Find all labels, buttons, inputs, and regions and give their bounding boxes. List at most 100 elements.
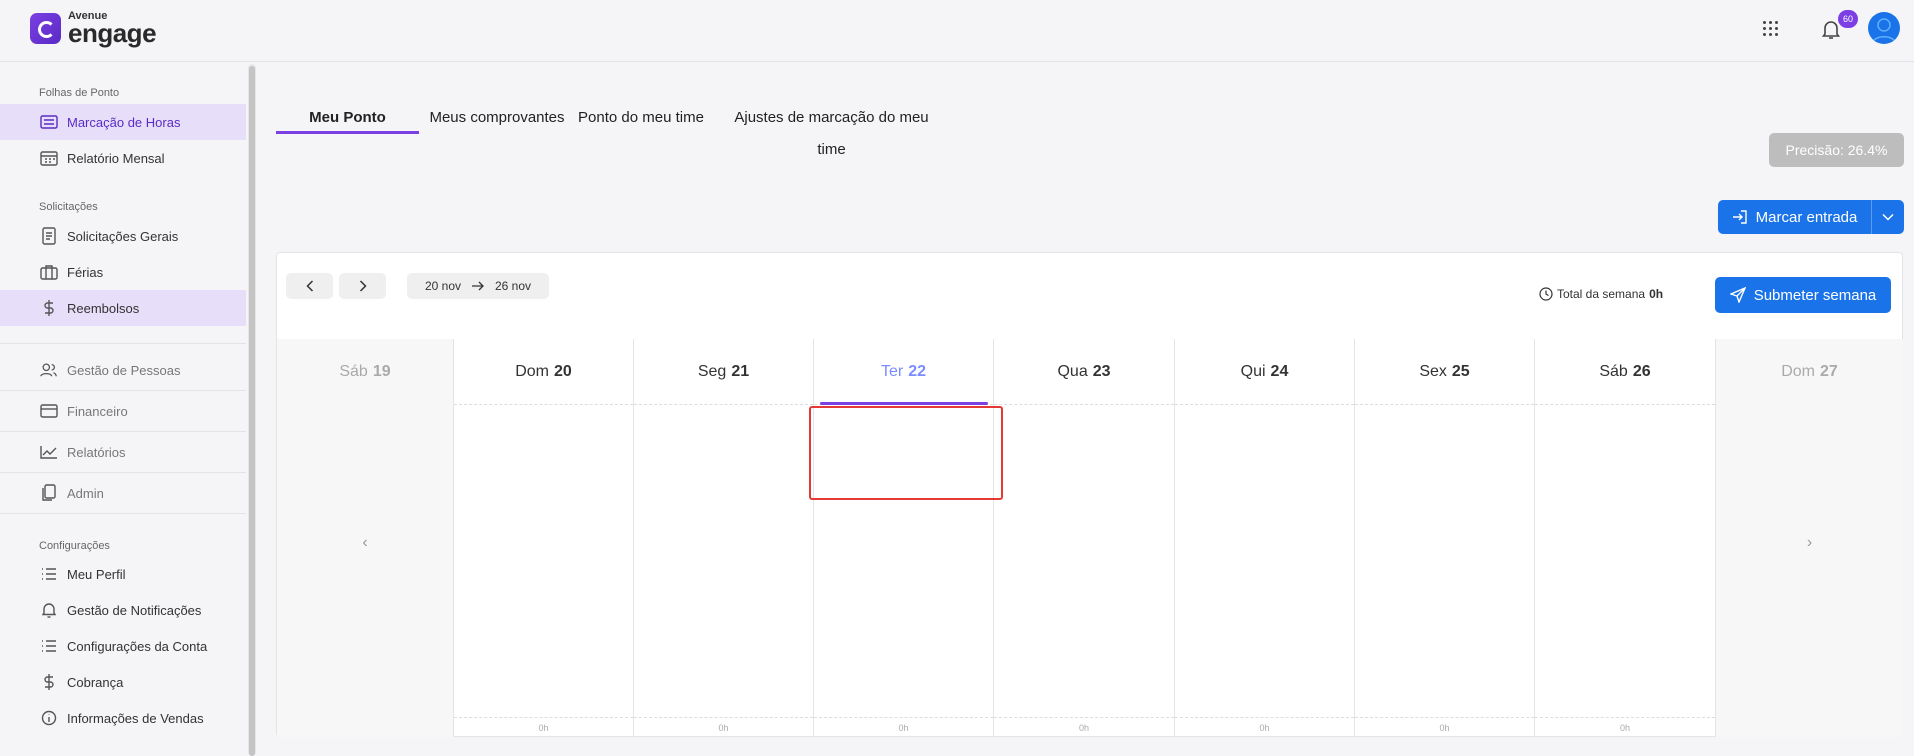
day-column[interactable]: Seg 21 0h: [634, 339, 814, 737]
tab-meu-ponto[interactable]: Meu Ponto: [276, 102, 419, 134]
day-total: 0h: [634, 717, 813, 737]
sidebar-item-label: Reembolsos: [67, 300, 140, 316]
timesheet-icon: [40, 113, 58, 131]
sidebar-item-info-vendas[interactable]: Informações de Vendas: [0, 700, 246, 736]
day-weekday: Qui: [1240, 362, 1266, 380]
sidebar-item-financeiro[interactable]: Financeiro: [0, 393, 246, 429]
section-title-solicitacoes: Solicitações: [39, 201, 98, 213]
day-number: 24: [1270, 362, 1289, 380]
day-column-next: Dom 27 ›: [1716, 339, 1903, 737]
sidebar-item-solicitacoes[interactable]: Solicitações Gerais: [0, 218, 246, 254]
bell-icon: [40, 601, 58, 619]
day-total: 0h: [994, 717, 1174, 737]
day-total: 0h: [814, 717, 993, 737]
marcar-entrada-dropdown-button[interactable]: [1872, 200, 1904, 234]
day-number: 25: [1451, 362, 1470, 380]
day-column[interactable]: Qua 23 0h: [994, 339, 1175, 737]
week-range-picker[interactable]: 20 nov 26 nov: [407, 273, 549, 299]
tab-ponto-time[interactable]: Ponto do meu time: [576, 102, 706, 134]
day-number: 19: [372, 363, 391, 380]
apps-grid-icon[interactable]: [1763, 21, 1779, 37]
sidebar-item-cobranca[interactable]: Cobrança: [0, 664, 246, 700]
submeter-semana-label: Submeter semana: [1753, 286, 1877, 304]
tab-ajustes[interactable]: Ajustes de marcação do meu time: [719, 102, 944, 158]
main-content: Meu Ponto Meus comprovantes Ponto do meu…: [258, 62, 1914, 756]
day-column[interactable]: Dom 20 0h: [453, 339, 634, 737]
sidebar-item-reembolsos[interactable]: Reembolsos: [0, 290, 246, 326]
marcar-entrada-label: Marcar entrada: [1755, 208, 1858, 226]
day-number: 26: [1632, 362, 1651, 380]
sidebar-item-meu-perfil[interactable]: Meu Perfil: [0, 556, 246, 592]
sidebar-item-label: Cobrança: [67, 674, 124, 690]
divider: [0, 431, 246, 432]
week-total-value: 0h: [1649, 287, 1664, 301]
week-start: 20 nov: [424, 279, 461, 293]
day-total: 0h: [1175, 717, 1354, 737]
arrow-right-icon: [472, 281, 484, 291]
sidebar-item-relatorio-mensal[interactable]: Relatório Mensal: [0, 140, 246, 176]
sidebar-item-label: Relatórios: [67, 444, 126, 460]
day-column-today[interactable]: Ter 22 0h: [814, 339, 994, 737]
sidebar-item-label: Gestão de Pessoas: [67, 362, 181, 378]
marcar-entrada-button[interactable]: Marcar entrada: [1718, 200, 1872, 234]
sidebar-item-label: Financeiro: [67, 403, 128, 419]
list-icon: [40, 565, 58, 583]
divider: [0, 343, 246, 344]
enter-icon: [1732, 210, 1747, 224]
avatar[interactable]: [1868, 12, 1900, 44]
week-calendar: Sáb 19 ‹ Dom 20 0h Seg 21 0h Ter 22 0h Qua 23…: [277, 339, 1904, 737]
send-icon: [1729, 287, 1746, 303]
day-weekday: Sex: [1419, 362, 1447, 380]
info-icon: [40, 709, 58, 727]
sidebar-item-notificacoes[interactable]: Gestão de Notificações: [0, 592, 246, 628]
sidebar-item-label: Admin: [67, 485, 104, 501]
sidebar-item-gestao-pessoas[interactable]: Gestão de Pessoas: [0, 352, 246, 388]
week-end: 26 nov: [495, 279, 532, 293]
logo-big-text: engage: [68, 18, 157, 48]
sidebar-item-label: Marcação de Horas: [67, 114, 181, 130]
week-total: Total da semana 0h: [1539, 287, 1663, 301]
sidebar-item-marcacao[interactable]: Marcação de Horas: [0, 104, 246, 140]
sidebar-item-ferias[interactable]: Férias: [0, 254, 246, 290]
day-total: 0h: [1355, 717, 1534, 737]
week-panel: 20 nov 26 nov Total da semana 0h Submete…: [276, 252, 1903, 737]
day-weekday: Sáb: [1599, 362, 1628, 380]
day-weekday: Seg: [697, 362, 727, 380]
dollar-icon: [40, 299, 58, 317]
marcar-entrada-group: Marcar entrada: [1718, 200, 1904, 234]
sidebar-item-config-conta[interactable]: Configurações da Conta: [0, 628, 246, 664]
sidebar-item-label: Configurações da Conta: [67, 638, 208, 654]
day-column-prev: Sáb 19 ‹: [277, 339, 453, 737]
tab-comprovantes[interactable]: Meus comprovantes: [427, 102, 567, 134]
day-column[interactable]: Qui 24 0h: [1175, 339, 1355, 737]
submeter-semana-button[interactable]: Submeter semana: [1715, 277, 1891, 313]
day-total: 0h: [1535, 717, 1715, 737]
day-number: 27: [1819, 363, 1838, 380]
divider: [0, 390, 246, 391]
sidebar-item-label: Relatório Mensal: [67, 150, 165, 166]
list-icon: [40, 637, 58, 655]
day-weekday: Sáb: [339, 363, 368, 380]
app-logo[interactable]: Avenue engage: [30, 11, 157, 48]
prev-week-button[interactable]: [286, 273, 333, 299]
day-column[interactable]: Sáb 26 0h: [1535, 339, 1716, 737]
next-week-button[interactable]: [339, 273, 386, 299]
chevron-left-icon[interactable]: ‹: [277, 534, 453, 552]
sidebar-item-label: Férias: [67, 264, 104, 280]
day-number: 21: [731, 362, 750, 380]
section-title-folhas: Folhas de Ponto: [39, 87, 120, 99]
divider: [0, 472, 246, 473]
sidebar-item-relatorios[interactable]: Relatórios: [0, 434, 246, 470]
chevron-right-icon[interactable]: ›: [1716, 534, 1903, 552]
day-number: 23: [1092, 362, 1111, 380]
day-weekday: Ter: [880, 362, 904, 380]
section-title-configuracoes: Configurações: [39, 540, 110, 552]
suitcase-icon: [40, 263, 58, 281]
day-total: 0h: [454, 717, 633, 737]
requests-icon: [40, 227, 58, 245]
sidebar-item-label: Solicitações Gerais: [67, 228, 179, 244]
sidebar-item-admin[interactable]: Admin: [0, 475, 246, 511]
sidebar-scrollbar-thumb[interactable]: [249, 66, 255, 756]
day-column[interactable]: Sex 25 0h: [1355, 339, 1535, 737]
divider: [0, 513, 246, 514]
